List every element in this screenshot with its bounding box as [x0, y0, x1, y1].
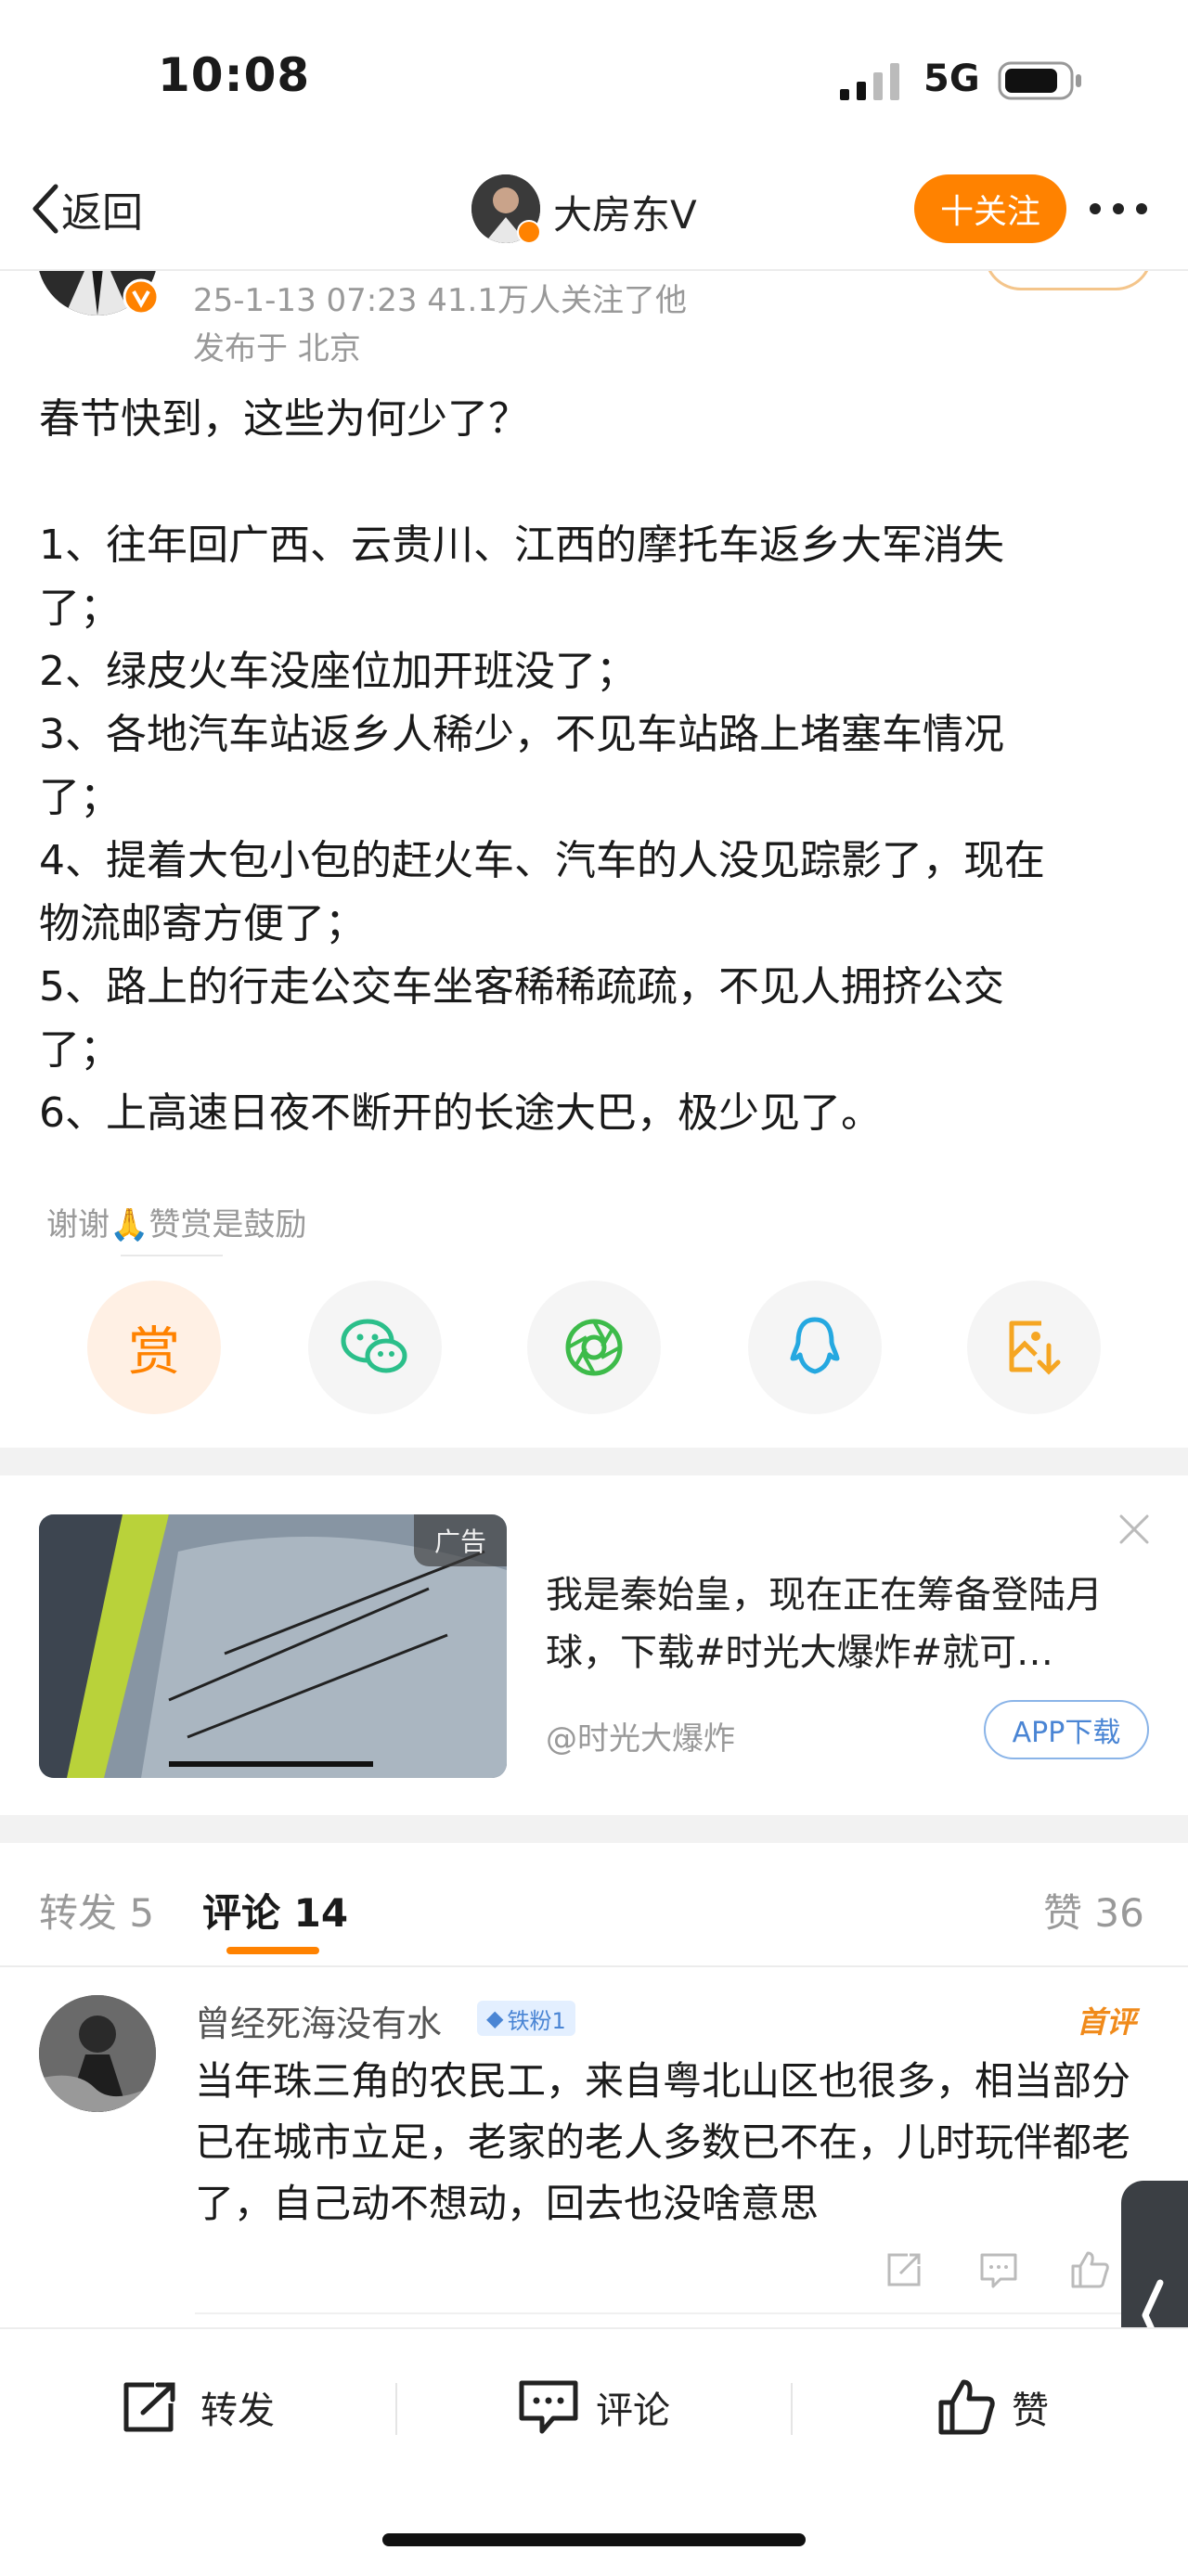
post-line: 2、绿皮火车没座位加开班没了； — [39, 648, 637, 695]
ad-image[interactable]: 广告 — [39, 1514, 507, 1778]
tabs-divider — [0, 1965, 1188, 1967]
qq-icon — [790, 1317, 840, 1374]
comment-avatar-image — [39, 1995, 156, 2112]
comment-divider — [195, 2312, 1142, 2314]
comment-author[interactable]: 曾经死海没有水 — [195, 1995, 442, 2046]
status-time: 10:08 — [158, 48, 311, 102]
reward-hint-underline — [121, 1255, 223, 1256]
nav-divider — [0, 269, 1188, 271]
home-indicator[interactable] — [382, 2533, 806, 2546]
chevron-left-icon — [32, 184, 58, 234]
action-divider — [791, 2383, 793, 2435]
fan-badge-label: 铁粉1 — [507, 2007, 566, 2034]
like-label: 赞 — [1012, 2389, 1049, 2432]
back-label: 返回 — [61, 189, 143, 237]
signal-icon — [840, 63, 899, 100]
battery-icon — [998, 61, 1081, 100]
post-line: 1、往年回广西、云贵川、江西的摩托车返乡大军消失 — [39, 522, 1004, 569]
section-separator — [0, 1448, 1188, 1475]
reward-hint: 谢谢🙏赞赏是鼓励 — [46, 1206, 307, 1243]
post-line: 3、各地汽车站返乡人稀少，不见车站路上堵塞车情况 — [39, 711, 1004, 758]
nav-verified-icon — [517, 220, 541, 244]
section-separator — [0, 1815, 1188, 1843]
active-tab-indicator — [226, 1947, 319, 1954]
repost-icon — [123, 2382, 175, 2432]
share-qq-button[interactable] — [748, 1281, 882, 1414]
post-body: 春节快到，这些为何少了？ 1、往年回广西、云贵川、江西的摩托车返乡大军消失 了；… — [39, 388, 1153, 1145]
ad-source[interactable]: @时光大爆炸 — [546, 1713, 735, 1758]
verified-badge-icon — [123, 278, 160, 316]
post-line: 春节快到，这些为何少了？ — [39, 395, 529, 443]
post-location: 发布于 北京 — [193, 330, 361, 367]
back-button[interactable]: 返回 — [28, 176, 143, 241]
diamond-icon: ◆ — [486, 2005, 504, 2031]
post-line: 了； — [39, 774, 121, 821]
app-download-button[interactable]: APP下载 — [984, 1700, 1149, 1759]
comment-button[interactable]: 评论 — [516, 2372, 670, 2442]
post-line: 6、上高速日夜不断开的长途大巴，极少见了。 — [39, 1089, 882, 1137]
post-time-followers: 25-1-13 07:23 41.1万人关注了他 — [193, 282, 687, 319]
fan-badge: ◆ 铁粉1 — [477, 2001, 575, 2036]
save-image-button[interactable] — [967, 1281, 1101, 1414]
post-line: 了； — [39, 1026, 121, 1074]
tab-likes[interactable]: 赞 36 — [1043, 1882, 1144, 1938]
ad-tag: 广告 — [414, 1514, 507, 1566]
share-moments-button[interactable] — [527, 1281, 661, 1414]
comment-icon — [519, 2380, 578, 2434]
post-line: 4、提着大包小包的赶火车、汽车的人没见踪影了，现在 — [39, 837, 1045, 884]
save-image-icon — [1009, 1320, 1061, 1375]
nav-title: 大房东Ⅴ — [553, 192, 697, 238]
tab-comments[interactable]: 评论 14 — [202, 1882, 348, 1938]
ad-text[interactable]: 我是秦始皇，现在正在筹备登陆月球，下载#时光大爆炸#就可… — [546, 1566, 1140, 1681]
network-type: 5G — [923, 58, 980, 100]
tab-repost[interactable]: 转发 5 — [39, 1882, 154, 1938]
close-icon[interactable] — [1117, 1513, 1151, 1546]
repost-button[interactable]: 转发 — [121, 2372, 275, 2442]
repost-label: 转发 — [200, 2389, 275, 2432]
like-icon — [938, 2379, 995, 2435]
reward-button[interactable]: 赏 — [87, 1281, 221, 1414]
comment-label: 评论 — [596, 2389, 670, 2432]
post-line: 了； — [39, 585, 121, 632]
share-wechat-button[interactable] — [308, 1281, 442, 1414]
comment-reply-icon[interactable] — [978, 2249, 1019, 2290]
post-line: 物流邮寄方便了； — [39, 900, 366, 947]
comment-text[interactable]: 当年珠三角的农民工，来自粤北山区也很多，相当部分已在城市立足，老家的老人多数已不… — [195, 2051, 1132, 2235]
first-comment-label: 首评 — [1077, 2004, 1137, 2040]
like-button[interactable]: 赞 — [936, 2372, 1049, 2442]
follow-button[interactable]: 十关注 — [914, 174, 1066, 243]
more-icon[interactable] — [1086, 195, 1151, 223]
wechat-icon — [341, 1319, 407, 1373]
post-line: 5、路上的行走公交车坐客稀稀疏疏，不见人拥挤公交 — [39, 963, 1004, 1011]
moments-icon — [565, 1319, 623, 1376]
comment-avatar[interactable] — [39, 1995, 156, 2112]
action-divider — [395, 2383, 397, 2435]
post-line-blank — [39, 451, 1153, 514]
comment-like-icon[interactable] — [1069, 2249, 1110, 2290]
comment-share-icon[interactable] — [884, 2249, 924, 2290]
